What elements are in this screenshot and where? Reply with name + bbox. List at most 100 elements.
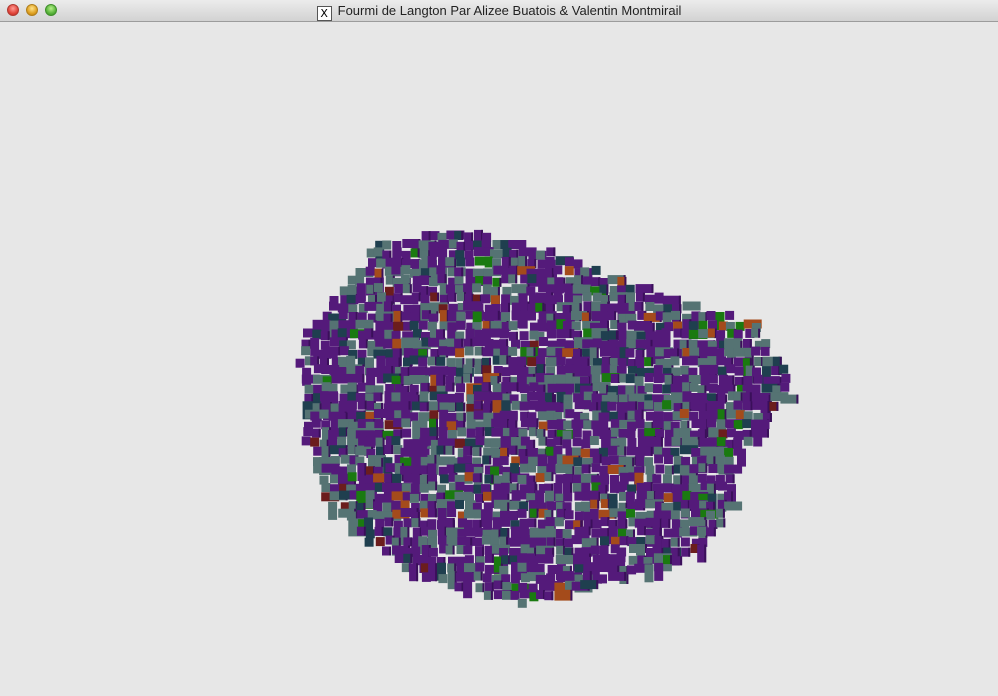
voxel-cell: [409, 320, 419, 330]
voxel-cell: [373, 283, 383, 293]
voxel-cell: [618, 429, 628, 438]
voxel-shade: [461, 267, 464, 277]
voxel-cell: [429, 410, 439, 420]
voxel-shade: [652, 322, 655, 332]
voxel-cell: [670, 356, 680, 366]
voxel-shade: [723, 518, 726, 528]
voxel-cell: [655, 428, 664, 438]
voxel-shade: [569, 329, 572, 338]
voxel-cell: [654, 292, 664, 302]
voxel-shade: [499, 277, 502, 287]
ant-voxel-render[interactable]: [0, 22, 998, 696]
voxel-cell: [581, 439, 591, 449]
voxel-cell: [447, 430, 457, 439]
voxel-cell: [592, 292, 602, 302]
voxel-cell: [499, 346, 509, 356]
voxel-cell: [680, 365, 690, 375]
voxel-cell: [572, 447, 581, 457]
voxel-cell: [456, 257, 466, 267]
voxel-shade: [632, 457, 635, 467]
voxel-cell: [400, 274, 410, 284]
voxel-cell: [626, 446, 636, 456]
voxel-cell: [671, 436, 681, 446]
voxel-shade: [515, 445, 518, 455]
voxel-cell: [564, 285, 574, 295]
voxel-cell: [421, 572, 431, 582]
voxel-cell: [310, 437, 320, 447]
voxel-cell: [581, 483, 591, 493]
voxel-cell: [328, 501, 338, 520]
voxel-cell: [689, 382, 699, 392]
voxel-cell: [301, 346, 311, 356]
voxel-cell: [463, 519, 473, 529]
voxel-cell: [510, 590, 520, 600]
voxel-cell: [392, 509, 402, 519]
voxel-cell: [384, 286, 394, 296]
voxel-cell: [502, 590, 511, 600]
voxel-shade: [410, 553, 413, 563]
voxel-cell: [445, 338, 455, 348]
voxel-cell: [645, 465, 655, 475]
voxel-cell: [321, 483, 331, 492]
voxel-shade: [454, 292, 457, 302]
voxel-cell: [718, 481, 727, 491]
voxel-cell: [517, 508, 527, 518]
voxel-shade: [588, 464, 591, 474]
voxel-shade: [499, 373, 502, 383]
voxel-cell: [375, 537, 385, 547]
voxel-cell: [382, 240, 392, 250]
voxel-cell: [418, 357, 428, 367]
voxel-cell: [735, 321, 745, 331]
voxel-shade: [506, 355, 509, 365]
voxel-cell: [562, 529, 572, 539]
voxel-shade: [371, 328, 374, 338]
voxel-cell: [626, 429, 636, 439]
voxel-cell: [680, 508, 690, 518]
voxel-cell: [770, 376, 780, 386]
voxel-cell: [508, 321, 518, 331]
voxel-cell: [428, 401, 438, 411]
voxel-cell: [538, 283, 548, 292]
voxel-shade: [705, 463, 708, 473]
voxel-cell: [464, 346, 474, 356]
voxel-cell: [499, 456, 509, 466]
voxel-shade: [391, 517, 394, 527]
voxel-cell: [508, 346, 518, 356]
voxel-cell: [625, 374, 635, 384]
voxel-cell: [481, 535, 491, 545]
voxel-shade: [480, 400, 483, 410]
voxel-cell: [698, 411, 708, 420]
voxel-cell: [572, 437, 582, 447]
voxel-shade: [668, 518, 671, 528]
voxel-cell: [447, 508, 457, 518]
voxel-cell: [392, 247, 402, 257]
voxel-cell: [547, 383, 557, 393]
voxel-shade: [363, 526, 366, 536]
render-viewport[interactable]: [0, 22, 998, 696]
voxel-shade: [553, 247, 556, 257]
voxel-cell: [654, 491, 664, 501]
voxel-cell: [742, 419, 752, 429]
voxel-cell: [365, 266, 375, 276]
voxel-cell: [564, 510, 574, 520]
voxel-cell: [518, 428, 528, 438]
voxel-cell: [339, 346, 349, 356]
voxel-shade: [482, 583, 485, 593]
voxel-cell: [312, 329, 322, 339]
voxel-cell: [527, 562, 537, 572]
voxel-shade: [408, 401, 411, 411]
voxel-cell: [760, 420, 770, 429]
voxel-cell: [628, 555, 638, 565]
voxel-shade: [434, 454, 437, 464]
voxel-cell: [519, 331, 529, 341]
title-bar[interactable]: X Fourmi de Langton Par Alizee Buatois & …: [0, 0, 998, 22]
voxel-cell: [598, 574, 607, 584]
voxel-cell: [402, 428, 412, 438]
voxel-cell: [301, 436, 311, 446]
voxel-cell: [663, 493, 673, 503]
voxel-shade: [534, 518, 537, 528]
voxel-cell: [373, 247, 383, 257]
voxel-cell: [437, 535, 447, 545]
voxel-cell: [337, 436, 347, 446]
voxel-shade: [543, 364, 546, 374]
